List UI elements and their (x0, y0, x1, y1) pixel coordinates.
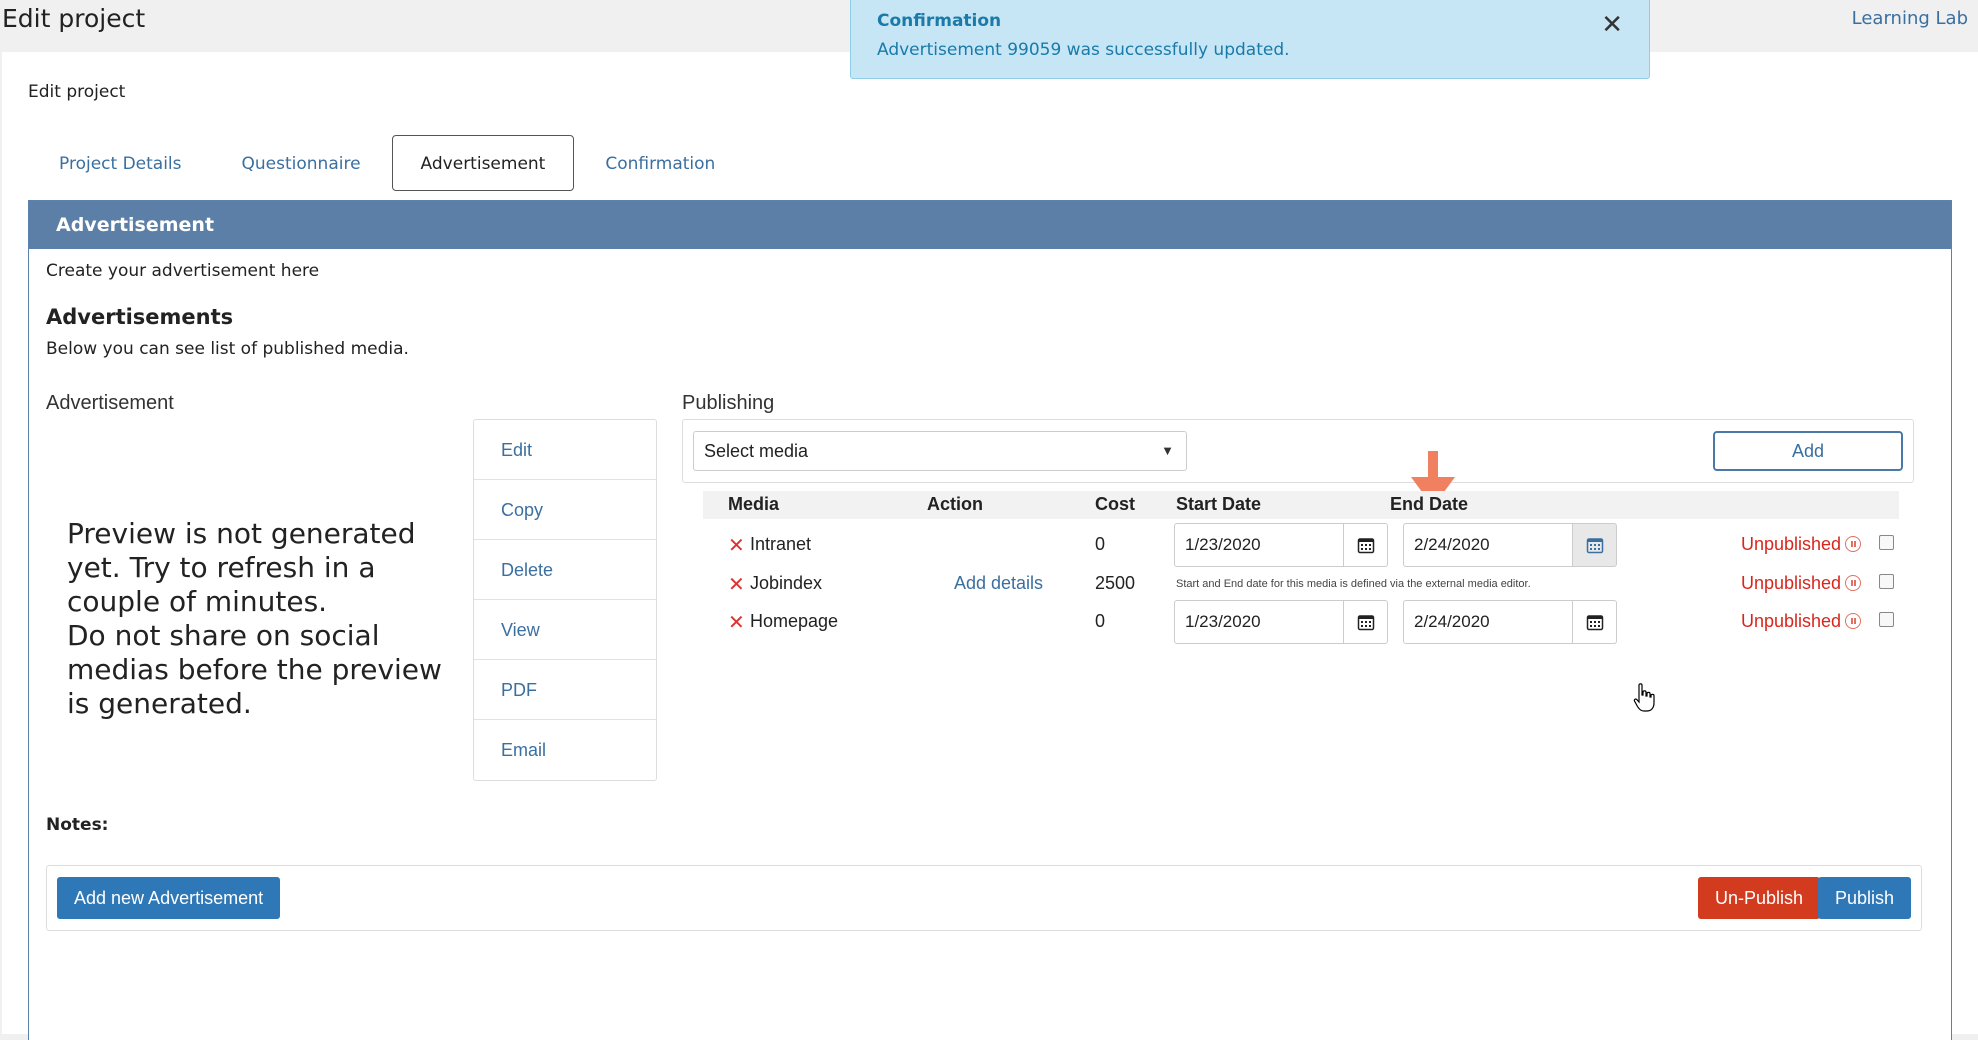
main-content: Edit project Project Details Questionnai… (2, 52, 1978, 1040)
chevron-down-icon: ▼ (1161, 443, 1174, 458)
media-cost: 0 (1095, 611, 1106, 631)
unpublish-button[interactable]: Un-Publish (1697, 877, 1820, 919)
end-date-input[interactable]: 2/24/2020 (1403, 600, 1573, 644)
add-details-link[interactable]: Add details (954, 573, 1043, 594)
col-action: Action (927, 494, 983, 514)
media-cost: 2500 (1095, 573, 1136, 593)
tab-questionnaire[interactable]: Questionnaire (213, 135, 390, 191)
media-cost: 0 (1095, 534, 1106, 554)
media-name: Intranet (750, 534, 812, 554)
preview-placeholder: Preview is not generated yet. Try to ref… (67, 517, 442, 720)
table-row: ✕ Jobindex Add details 2500 Start and En… (703, 561, 1899, 601)
toast-title: Confirmation (877, 11, 1002, 31)
advertisement-panel: Advertisement Create your advertisement … (28, 200, 1952, 1040)
pause-icon[interactable] (1845, 536, 1862, 552)
add-media-button[interactable]: Add (1713, 431, 1903, 471)
section-title: Advertisements (46, 305, 234, 329)
table-row: ✕ Homepage 0 1/23/2020 2/24/2020 Unpubli… (703, 600, 1899, 644)
confirmation-toast: Confirmation Advertisement 99059 was suc… (850, 0, 1650, 79)
pdf-action[interactable]: PDF (474, 660, 656, 720)
notes-label: Notes: (46, 815, 109, 835)
advertisement-actions: Edit Copy Delete View PDF Email (473, 419, 657, 781)
col-start-date: Start Date (1176, 494, 1262, 514)
view-action[interactable]: View (474, 600, 656, 660)
publishing-toolbar: Select media ▼ Add (682, 419, 1914, 483)
advertisement-label: Advertisement (46, 392, 174, 414)
remove-icon[interactable]: ✕ (728, 572, 745, 596)
panel-header: Advertisement (29, 201, 1951, 249)
tab-advertisement[interactable]: Advertisement (391, 135, 575, 191)
status-label: Unpublished (1741, 573, 1842, 593)
status-label: Unpublished (1741, 534, 1842, 554)
status-badge: Unpublished (1741, 611, 1862, 632)
media-name: Homepage (750, 611, 839, 631)
close-icon[interactable]: ✕ (1601, 10, 1623, 40)
calendar-icon[interactable] (1573, 600, 1617, 644)
copy-action[interactable]: Copy (474, 480, 656, 540)
media-name: Jobindex (750, 573, 823, 593)
end-date-picker: 2/24/2020 (1403, 600, 1617, 644)
remove-icon[interactable]: ✕ (728, 610, 745, 634)
col-end-date: End Date (1390, 494, 1469, 514)
tab-project-details[interactable]: Project Details (30, 135, 211, 191)
add-new-advertisement-button[interactable]: Add new Advertisement (57, 877, 281, 919)
pause-icon[interactable] (1845, 613, 1862, 629)
publishing-label: Publishing (682, 392, 775, 414)
edit-action[interactable]: Edit (474, 420, 656, 480)
tab-confirmation[interactable]: Confirmation (576, 135, 744, 191)
panel-intro: Create your advertisement here (46, 261, 320, 281)
toast-message: Advertisement 99059 was successfully upd… (877, 40, 1290, 60)
media-table-header: Media Action Cost Start Date End Date (703, 491, 1899, 519)
row-checkbox[interactable] (1879, 612, 1894, 627)
media-select[interactable]: Select media ▼ (693, 431, 1187, 471)
status-badge: Unpublished (1741, 534, 1862, 555)
email-action[interactable]: Email (474, 720, 656, 780)
publish-button[interactable]: Publish (1817, 877, 1911, 919)
hand-cursor-icon (1633, 683, 1655, 712)
row-checkbox[interactable] (1879, 535, 1894, 550)
remove-icon[interactable]: ✕ (728, 533, 745, 557)
section-description: Below you can see list of published medi… (46, 339, 409, 359)
external-editor-note: Start and End date for this media is def… (1176, 578, 1531, 590)
media-select-value: Select media (704, 441, 809, 461)
col-cost: Cost (1095, 494, 1135, 514)
status-label: Unpublished (1741, 611, 1842, 631)
footer-actions: Add new Advertisement Un-Publish Publish (46, 865, 1922, 931)
start-date-input[interactable]: 1/23/2020 (1174, 600, 1344, 644)
col-media: Media (728, 494, 780, 514)
status-badge: Unpublished (1741, 573, 1862, 594)
start-date-picker: 1/23/2020 (1174, 600, 1388, 644)
brand-link[interactable]: Learning Lab (1852, 8, 1968, 29)
tab-bar: Project Details Questionnaire Advertisem… (30, 135, 746, 191)
row-checkbox[interactable] (1879, 574, 1894, 589)
pause-icon[interactable] (1845, 575, 1862, 591)
page-title: Edit project (2, 4, 146, 33)
delete-action[interactable]: Delete (474, 540, 656, 600)
calendar-icon[interactable] (1344, 600, 1388, 644)
breadcrumb: Edit project (28, 82, 126, 102)
